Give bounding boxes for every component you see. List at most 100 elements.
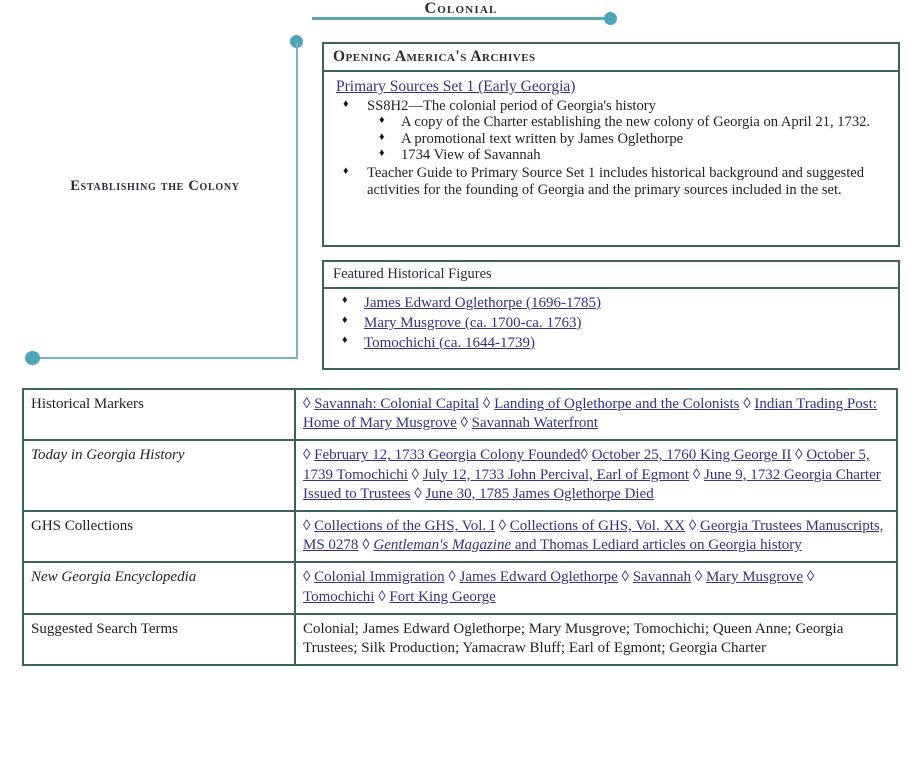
- list-item: ♦ James Edward Oglethorpe (1696-1785): [333, 294, 890, 314]
- resources-table-body: Historical Markers ◊ Savannah: Colonial …: [22, 387, 898, 667]
- ghs-link-collections-vol-xx[interactable]: Collections of GHS, Vol. XX: [510, 518, 685, 534]
- tgh-link-oglethorpe-died[interactable]: June 30, 1785 James Oglethorpe Died: [425, 486, 653, 502]
- row-values-suggested-search-terms: Colonial; James Edward Oglethorpe; Mary …: [294, 612, 898, 667]
- diamond-separator-icon: ◊: [482, 396, 491, 412]
- table-row: GHS Collections ◊ Collections of the GHS…: [22, 509, 898, 564]
- primary-sources-set-1-link[interactable]: Primary Sources Set 1 (Early Georgia): [336, 78, 575, 95]
- list-item-label: Teacher Guide to Primary Source Set 1 in…: [367, 165, 865, 198]
- list-item: ♦ Mary Musgrove (ca. 1700-ca. 1763): [333, 314, 890, 334]
- diamond-bullet-icon: ♦: [343, 98, 349, 110]
- resources-table: Historical Markers ◊ Savannah: Colonial …: [22, 387, 898, 667]
- row-label-ghs-collections: GHS Collections: [22, 509, 296, 564]
- row-label-text: Today in Georgia History: [31, 447, 185, 464]
- page-title: Colonial: [424, 0, 498, 17]
- branch-connector-vertical: [296, 43, 298, 359]
- diamond-separator-icon: ◊: [303, 517, 311, 534]
- tgh-link-john-percival[interactable]: July 12, 1733 John Percival, Earl of Egm…: [423, 467, 689, 483]
- row-values-historical-markers: ◊ Savannah: Colonial Capital ◊ Landing o…: [294, 387, 898, 442]
- nge-link-fort-king-george[interactable]: Fort King George: [389, 589, 495, 605]
- panel-archives-header: Opening America's Archives: [324, 44, 898, 72]
- diamond-separator-icon: ◊: [688, 517, 697, 534]
- diamond-bullet-icon: ♦: [379, 114, 385, 127]
- branch-node-dot-bottom-icon: [25, 351, 40, 365]
- marker-link-savannah-waterfront[interactable]: Savannah Waterfront: [472, 415, 598, 431]
- row-label-today-in-georgia-history: Today in Georgia History: [22, 439, 296, 512]
- diamond-separator-icon: ◊: [580, 447, 588, 464]
- panel-figures-header: Featured Historical Figures: [324, 262, 898, 289]
- diamond-bullet-icon: ♦: [343, 165, 349, 178]
- section-label-establishing-the-colony: Establishing the Colony: [70, 178, 240, 194]
- marker-link-savannah-colonial-capital[interactable]: Savannah: Colonial Capital: [314, 396, 479, 412]
- list-item: ♦ 1734 View of Savannah: [367, 147, 890, 163]
- list-item-label: 1734 View of Savannah: [401, 147, 541, 164]
- diamond-separator-icon: ◊: [378, 588, 386, 605]
- panel-opening-americas-archives: Opening America's Archives Primary Sourc…: [322, 42, 900, 247]
- top-rule: [312, 17, 610, 20]
- table-row: Historical Markers ◊ Savannah: Colonial …: [22, 387, 898, 442]
- diamond-separator-icon: ◊: [303, 569, 311, 586]
- tgh-link-king-george-ii[interactable]: October 25, 1760 King George II: [592, 447, 792, 463]
- diamond-separator-icon: ◊: [795, 447, 803, 464]
- row-label-historical-markers: Historical Markers: [22, 387, 296, 442]
- list-item-label: A copy of the Charter establishing the n…: [401, 114, 871, 131]
- panel-figures-body: ♦ James Edward Oglethorpe (1696-1785) ♦ …: [324, 289, 898, 357]
- nge-link-tomochichi[interactable]: Tomochichi: [303, 589, 374, 605]
- diamond-separator-icon: ◊: [460, 415, 468, 432]
- table-row: Suggested Search Terms Colonial; James E…: [22, 612, 898, 667]
- nge-link-mary-musgrove[interactable]: Mary Musgrove: [706, 569, 803, 585]
- figures-list: ♦ James Edward Oglethorpe (1696-1785) ♦ …: [333, 294, 890, 353]
- diamond-separator-icon: ◊: [694, 569, 703, 586]
- archives-bullet-list: ♦ SS8H2—The colonial period of Georgia's…: [333, 98, 890, 198]
- diamond-separator-icon: ◊: [448, 569, 456, 586]
- figure-link-tomochichi[interactable]: Tomochichi (ca. 1644-1739): [364, 335, 535, 351]
- branch-connector-horizontal: [34, 357, 298, 359]
- row-values-new-georgia-encyclopedia: ◊ Colonial Immigration ◊ James Edward Og…: [294, 561, 898, 615]
- list-item-label: A promotional text written by James Ogle…: [401, 130, 684, 147]
- list-item: ♦ SS8H2—The colonial period of Georgia's…: [333, 98, 890, 163]
- row-label-text: Historical Markers: [31, 396, 144, 412]
- row-label-new-georgia-encyclopedia: New Georgia Encyclopedia: [22, 561, 296, 615]
- diamond-bullet-icon: ♦: [342, 313, 348, 326]
- row-values-today-in-georgia-history: ◊ February 12, 1733 Georgia Colony Found…: [294, 439, 898, 512]
- diamond-separator-icon: ◊: [743, 396, 751, 412]
- row-label-text: Suggested Search Terms: [31, 620, 178, 637]
- ghs-link-gentlemans-magazine[interactable]: Gentleman's Magazine and Thomas Lediard …: [373, 537, 801, 553]
- diamond-bullet-icon: ♦: [342, 294, 348, 306]
- diamond-bullet-icon: ♦: [342, 333, 348, 346]
- tgh-link-colony-founded[interactable]: February 12, 1733 Georgia Colony Founded: [314, 447, 580, 463]
- top-node-dot-icon: [604, 12, 617, 25]
- marker-link-landing-of-oglethorpe[interactable]: Landing of Oglethorpe and the Colonists: [494, 396, 739, 412]
- nge-link-colonial-immigration[interactable]: Colonial Immigration: [314, 569, 444, 585]
- primary-sources-set-link-wrap: Primary Sources Set 1 (Early Georgia): [336, 78, 890, 96]
- figure-link-mary-musgrove[interactable]: Mary Musgrove (ca. 1700-ca. 1763): [364, 315, 581, 331]
- diamond-separator-icon: ◊: [621, 569, 629, 586]
- panel-archives-body: Primary Sources Set 1 (Early Georgia) ♦ …: [324, 72, 898, 203]
- table-row: Today in Georgia History ◊ February 12, …: [22, 439, 898, 512]
- row-label-text: GHS Collections: [31, 517, 134, 534]
- diamond-separator-icon: ◊: [806, 569, 815, 586]
- panel-featured-historical-figures: Featured Historical Figures ♦ James Edwa…: [322, 260, 900, 370]
- table-row: New Georgia Encyclopedia ◊ Colonial Immi…: [22, 561, 898, 615]
- diamond-separator-icon: ◊: [692, 466, 701, 483]
- nge-link-james-edward-oglethorpe[interactable]: James Edward Oglethorpe: [460, 569, 618, 585]
- diamond-separator-icon: ◊: [362, 537, 370, 554]
- list-item: ♦ Teacher Guide to Primary Source Set 1 …: [333, 165, 890, 198]
- diamond-bullet-icon: ♦: [379, 147, 385, 160]
- figure-link-oglethorpe[interactable]: James Edward Oglethorpe (1696-1785): [364, 295, 601, 311]
- list-item-label: SS8H2—The colonial period of Georgia's h…: [367, 98, 656, 114]
- diamond-bullet-icon: ♦: [379, 130, 385, 143]
- row-label-suggested-search-terms: Suggested Search Terms: [22, 612, 296, 667]
- archives-sub-bullet-list: ♦ A copy of the Charter establishing the…: [367, 114, 890, 163]
- diamond-separator-icon: ◊: [414, 485, 422, 502]
- diamond-separator-icon: ◊: [411, 466, 420, 483]
- row-values-ghs-collections: ◊ Collections of the GHS, Vol. I ◊ Colle…: [294, 509, 898, 564]
- list-item: ♦ Tomochichi (ca. 1644-1739): [333, 334, 890, 354]
- row-label-text: New Georgia Encyclopedia: [31, 569, 197, 586]
- diamond-separator-icon: ◊: [303, 447, 311, 464]
- list-item: ♦ A promotional text written by James Og…: [367, 131, 890, 147]
- ghs-link-collections-vol-i[interactable]: Collections of the GHS, Vol. I: [314, 518, 495, 534]
- diamond-separator-icon: ◊: [303, 396, 311, 412]
- list-item: ♦ A copy of the Charter establishing the…: [367, 114, 890, 130]
- nge-link-savannah[interactable]: Savannah: [633, 569, 691, 585]
- diamond-separator-icon: ◊: [498, 517, 507, 534]
